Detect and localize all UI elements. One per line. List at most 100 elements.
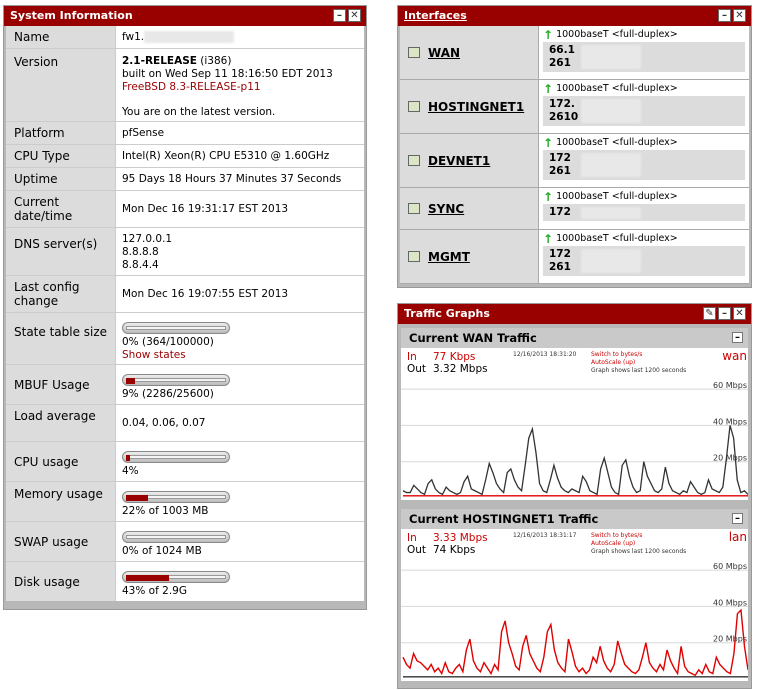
network-port-icon [408,251,420,262]
minimize-icon[interactable]: – [718,9,731,22]
y-tick-label: 20 Mbps [713,635,747,644]
interface-media: 1000baseT <full-duplex> [556,233,678,244]
interface-ipv6: 261 [549,261,571,273]
network-port-icon [408,101,420,112]
link-up-icon: ↑ [543,81,554,96]
state-table-bar [122,322,230,334]
wan-traffic-title: Current WAN Traffic [409,331,537,345]
system-information-title-bar: System Information – ✕ [4,6,366,26]
row-current-datetime: Current date/time Mon Dec 16 19:31:17 ES… [6,191,364,228]
y-tick-label: 40 Mbps [713,598,747,607]
load-label: Load average [6,405,116,441]
redacted-address [581,153,641,177]
traffic-graphs-title-bar: Traffic Graphs ✎ – ✕ [398,304,751,324]
y-tick-label: 60 Mbps [713,381,747,390]
link-up-icon: ↑ [543,135,554,150]
interface-ipv4: 172 [549,206,571,218]
autoscale-link[interactable]: AutoScale (up) [591,359,635,366]
interface-address-box: 66.1 261 [543,42,745,72]
version-release: 2.1-RELEASE [122,55,197,67]
mbuf-label: MBUF Usage [6,365,116,404]
hostingnet1-traffic-graph: In 3.33 Mbps Out 74 Kbps 12/16/2013 18:31:17… [401,529,748,681]
interfaces-title-bar: Interfaces – ✕ [398,6,751,26]
cpu-type-label: CPU Type [6,145,116,167]
row-swap: SWAP usage 0% of 1024 MB [6,522,364,562]
minimize-icon[interactable]: – [333,9,346,22]
close-icon[interactable]: ✕ [733,9,746,22]
interface-name-link[interactable]: SYNC [428,202,464,216]
row-version: Version 2.1-RELEASE (i386) built on Wed … [6,49,364,122]
collapse-icon[interactable]: – [732,332,743,343]
last-config-value: Mon Dec 16 19:07:55 EST 2013 [122,287,289,300]
interface-name-link[interactable]: MGMT [428,250,470,264]
y-tick-label: 20 Mbps [713,454,747,463]
in-value: 3.33 Mbps [433,532,488,544]
current-datetime-label: Current date/time [6,191,116,227]
redacted-address [581,207,641,219]
swap-value: 0% of 1024 MB [122,545,202,557]
switch-bytes-link[interactable]: Switch to bytes/s [591,532,642,539]
redacted-address [581,249,641,273]
name-value: fw1. [122,31,145,43]
interface-name-link[interactable]: HOSTINGNET1 [428,100,524,114]
redacted-address [581,45,641,69]
row-platform: Platform pfSense [6,122,364,145]
interface-media: 1000baseT <full-duplex> [556,83,678,94]
row-memory: Memory usage 22% of 1003 MB [6,482,364,522]
interfaces-title-link[interactable]: Interfaces [404,9,467,22]
row-dns: DNS server(s) 127.0.0.1 8.8.8.8 8.8.4.4 [6,228,364,276]
network-port-icon [408,203,420,214]
version-freebsd: FreeBSD 8.3-RELEASE-p11 [122,81,261,93]
interface-address-box: 172. 2610 [543,96,745,126]
mbuf-value: 9% (2286/25600) [122,388,214,400]
close-icon[interactable]: ✕ [348,9,361,22]
close-icon[interactable]: ✕ [733,307,746,320]
in-value: 77 Kbps [433,351,475,363]
interface-name-link[interactable]: WAN [428,46,460,60]
cpu-type-value: Intel(R) Xeon(R) CPU E5310 @ 1.60GHz [122,150,330,162]
redacted-hostname [144,31,235,43]
platform-label: Platform [6,122,116,144]
row-cpu-type: CPU Type Intel(R) Xeon(R) CPU E5310 @ 1.… [6,145,364,168]
row-state-table: State table size 0% (364/100000) Show st… [6,313,364,365]
hostingnet1-traffic-title: Current HOSTINGNET1 Traffic [409,512,599,526]
interface-ipv4: 66.1 [549,44,575,56]
interface-media: 1000baseT <full-duplex> [556,191,678,202]
show-states-link[interactable]: Show states [122,349,358,362]
interface-row: MGMT ↑ 1000baseT <full-duplex> 172 261 [400,230,749,284]
graph-interface-label: lan [729,530,747,544]
traffic-graphs-widget: Traffic Graphs ✎ – ✕ Current WAN Traffic… [397,303,752,689]
row-uptime: Uptime 95 Days 18 Hours 37 Minutes 37 Se… [6,168,364,191]
interface-ipv4: 172 [549,248,571,260]
version-status: You are on the latest version. [122,106,276,118]
cpu-usage-label: CPU usage [6,442,116,481]
system-info-table: Name fw1. Version 2.1-RELEASE (i386) bui… [6,26,364,601]
disk-value: 43% of 2.9G [122,585,187,597]
interface-row: HOSTINGNET1 ↑ 1000baseT <full-duplex> 17… [400,80,749,134]
interface-ipv6: 261 [549,57,571,69]
wan-traffic-header: Current WAN Traffic – [401,328,748,348]
version-arch: (i386) [200,55,232,67]
link-up-icon: ↑ [543,231,554,246]
system-information-title: System Information [10,9,133,22]
interface-name-link[interactable]: DEVNET1 [428,154,490,168]
out-label: Out [407,363,426,375]
in-label: In [407,351,417,363]
dns-label: DNS server(s) [6,228,116,275]
minimize-icon[interactable]: – [718,307,731,320]
wrench-icon[interactable]: ✎ [703,307,716,320]
interface-ipv4: 172 [549,152,571,164]
memory-label: Memory usage [6,482,116,521]
interface-ipv6: 261 [549,165,571,177]
last-config-label: Last config change [6,276,116,312]
interface-ipv6: 2610 [549,111,579,123]
autoscale-link[interactable]: AutoScale (up) [591,540,635,547]
collapse-icon[interactable]: – [732,513,743,524]
graph-timestamp: 12/16/2013 18:31:20 [513,351,577,358]
swap-label: SWAP usage [6,522,116,561]
interface-address-box: 172 261 [543,150,745,180]
swap-bar [122,531,230,543]
switch-bytes-link[interactable]: Switch to bytes/s [591,351,642,358]
cpu-usage-bar [122,451,230,463]
version-built: built on Wed Sep 11 18:16:50 EDT 2013 [122,68,333,80]
